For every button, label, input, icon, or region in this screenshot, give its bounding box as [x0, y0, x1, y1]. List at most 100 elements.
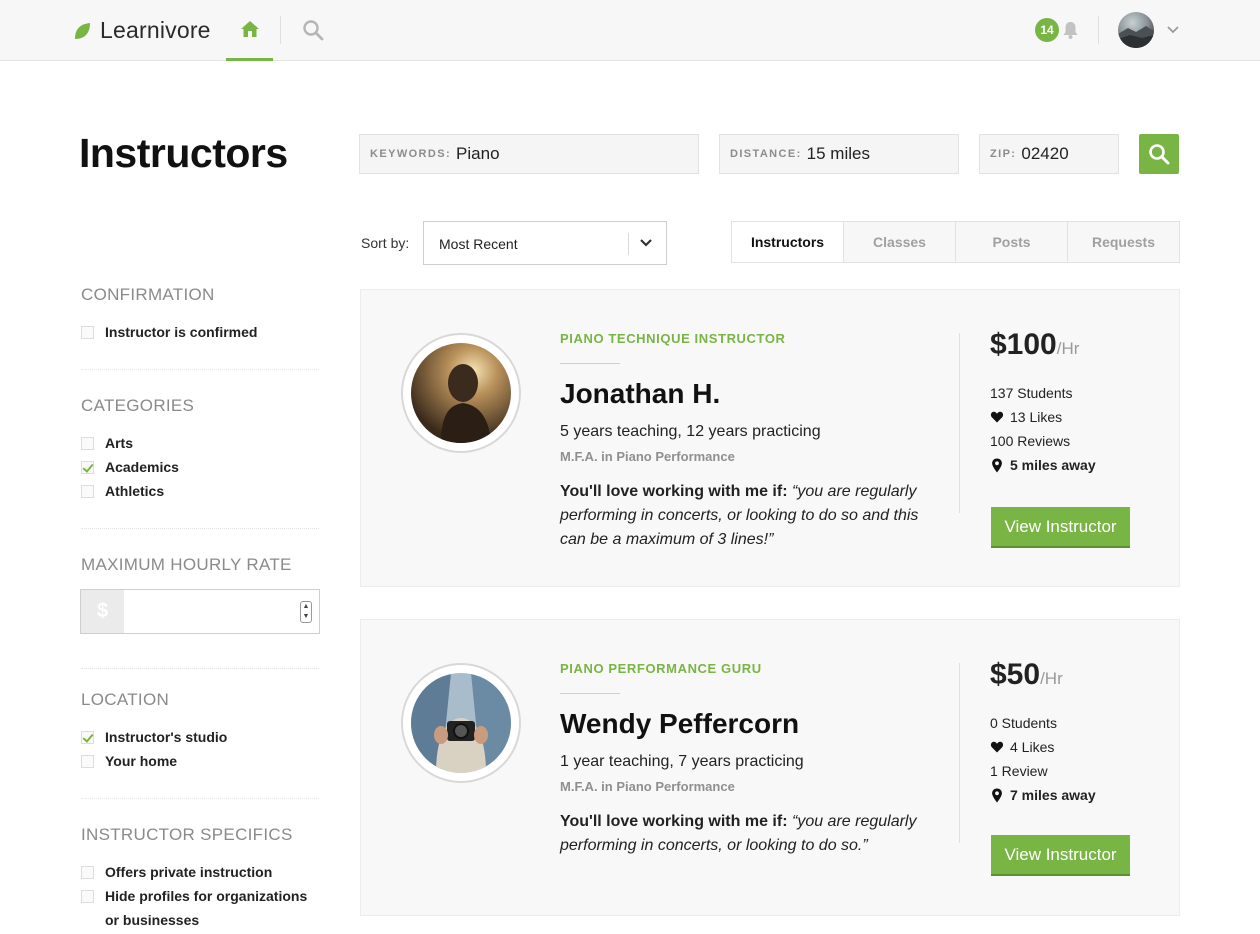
checkbox-checked[interactable]: [81, 730, 94, 744]
instructor-experience: 5 years teaching, 12 years practicing: [560, 423, 821, 440]
instructor-degree: M.F.A. in Piano Performance: [560, 779, 735, 794]
map-pin-icon: [992, 788, 1002, 802]
checkbox[interactable]: [81, 890, 94, 903]
checkbox[interactable]: [81, 754, 94, 768]
nav-divider: [1098, 16, 1099, 44]
filter-hide-organizations[interactable]: Hide profiles for organizations or busin…: [81, 884, 307, 932]
checkbox-checked[interactable]: [81, 460, 94, 474]
bell-icon[interactable]: [1062, 21, 1079, 40]
checkbox-label-line1: Hide profiles for organizations: [105, 888, 308, 904]
zip-input[interactable]: 02420: [1021, 144, 1101, 164]
nav-divider: [280, 16, 281, 44]
brand-logo[interactable]: Learnivore: [72, 17, 211, 44]
heart-icon: [990, 741, 1004, 753]
instructor-pitch: You'll love working with me if: “you are…: [560, 810, 930, 858]
sort-select[interactable]: Most Recent: [423, 221, 667, 265]
price-unit: /Hr: [1056, 339, 1080, 358]
instructor-avatar[interactable]: [401, 333, 521, 453]
instructor-subtitle: PIANO TECHNIQUE INSTRUCTOR: [560, 331, 786, 346]
tab-instructors[interactable]: Instructors: [732, 222, 843, 262]
notification-count-badge[interactable]: 14: [1035, 18, 1059, 42]
instructor-degree: M.F.A. in Piano Performance: [560, 449, 735, 464]
heart-icon: [990, 411, 1004, 423]
filter-private-instruction[interactable]: Offers private instruction: [81, 860, 272, 884]
user-avatar[interactable]: [1118, 12, 1154, 48]
filter-instructors-studio[interactable]: Instructor's studio: [81, 725, 227, 749]
sidebar-divider: [81, 528, 319, 529]
distance-stat: 5 miles away: [990, 457, 1096, 473]
zip-field[interactable]: ZIP: 02420: [979, 134, 1119, 174]
student-count: 137 Students: [990, 385, 1073, 401]
hourly-price: $50/Hr: [990, 658, 1063, 692]
instructor-experience: 1 year teaching, 7 years practicing: [560, 753, 804, 770]
view-instructor-button[interactable]: View Instructor: [991, 507, 1130, 548]
subtitle-rule: [560, 693, 620, 694]
location-heading: LOCATION: [81, 690, 170, 709]
filter-instructor-confirmed[interactable]: Instructor is confirmed: [81, 320, 257, 344]
pitch-line3: can be a maximum of 3 lines!”: [560, 531, 774, 548]
map-pin-icon: [992, 458, 1002, 472]
zip-label: ZIP:: [990, 148, 1017, 160]
filter-academics[interactable]: Academics: [81, 455, 179, 479]
categories-heading: CATEGORIES: [81, 396, 195, 415]
distance-label: DISTANCE:: [730, 148, 802, 160]
sort-label: Sort by:: [361, 235, 410, 251]
distance-input[interactable]: 15 miles: [807, 144, 957, 164]
checkbox-label: Academics: [105, 459, 179, 475]
checkbox[interactable]: [81, 484, 94, 498]
result-type-tabs: Instructors Classes Posts Requests: [731, 221, 1180, 263]
instructor-specifics-heading: INSTRUCTOR SPECIFICS: [81, 825, 293, 844]
tab-requests[interactable]: Requests: [1067, 222, 1179, 262]
keywords-field[interactable]: KEYWORDS: Piano: [359, 134, 699, 174]
chevron-down-icon[interactable]: [1166, 25, 1180, 35]
instructor-pitch: You'll love working with me if: “you are…: [560, 480, 930, 552]
keywords-input[interactable]: Piano: [456, 144, 606, 164]
checkbox-label: Instructor's studio: [105, 729, 228, 745]
pitch-line1: “you are regularly: [791, 813, 917, 830]
checkbox[interactable]: [81, 325, 94, 339]
top-navigation: Learnivore 14: [0, 0, 1260, 61]
number-spinner[interactable]: ▲ ▼: [300, 601, 312, 623]
dollar-prefix: $: [81, 590, 124, 633]
filter-your-home[interactable]: Your home: [81, 749, 177, 773]
price-amount: $50: [990, 658, 1041, 691]
review-count: 1 Review: [990, 763, 1048, 779]
sidebar-divider: [81, 369, 319, 370]
filter-arts[interactable]: Arts: [81, 431, 133, 455]
pitch-lead: You'll love working with me if:: [560, 813, 788, 830]
hourly-price: $100/Hr: [990, 328, 1079, 362]
search-icon[interactable]: [302, 19, 324, 41]
instructor-name[interactable]: Jonathan H.: [560, 378, 720, 410]
page-title: Instructors: [79, 130, 288, 176]
distance-text: 5 miles away: [1010, 457, 1096, 473]
view-instructor-button[interactable]: View Instructor: [991, 835, 1130, 876]
distance-field[interactable]: DISTANCE: 15 miles: [719, 134, 959, 174]
filter-athletics[interactable]: Athletics: [81, 479, 164, 503]
instructor-subtitle: PIANO PERFORMANCE GURU: [560, 661, 762, 676]
tab-classes[interactable]: Classes: [843, 222, 955, 262]
checkbox[interactable]: [81, 865, 94, 879]
checkbox-label: Hide profiles for organizations or busin…: [105, 884, 307, 932]
nav-home[interactable]: [226, 0, 273, 61]
instructor-card: PIANO PERFORMANCE GURU Wendy Peffercorn …: [360, 619, 1180, 916]
sidebar-divider: [81, 668, 319, 669]
tab-posts[interactable]: Posts: [955, 222, 1067, 262]
checkbox-label: Instructor is confirmed: [105, 324, 258, 340]
distance-stat: 7 miles away: [990, 787, 1096, 803]
home-icon: [240, 21, 259, 37]
max-rate-input[interactable]: $ ▲ ▼: [80, 589, 320, 634]
brand-name: Learnivore: [100, 17, 211, 43]
likes-count: 4 Likes: [1010, 739, 1055, 755]
search-icon: [1149, 144, 1170, 165]
keywords-label: KEYWORDS:: [370, 148, 452, 160]
person-silhouette-photo-icon: [411, 343, 511, 443]
instructor-name[interactable]: Wendy Peffercorn: [560, 708, 799, 740]
landscape-photo-icon: [1118, 26, 1154, 48]
instructor-avatar[interactable]: [401, 663, 521, 783]
price-unit: /Hr: [1040, 669, 1063, 688]
sort-value: Most Recent: [439, 236, 518, 252]
checkbox[interactable]: [81, 436, 94, 450]
likes-stat: 13 Likes: [990, 409, 1062, 425]
search-button[interactable]: [1139, 134, 1179, 174]
checkbox-label: Arts: [105, 435, 134, 451]
